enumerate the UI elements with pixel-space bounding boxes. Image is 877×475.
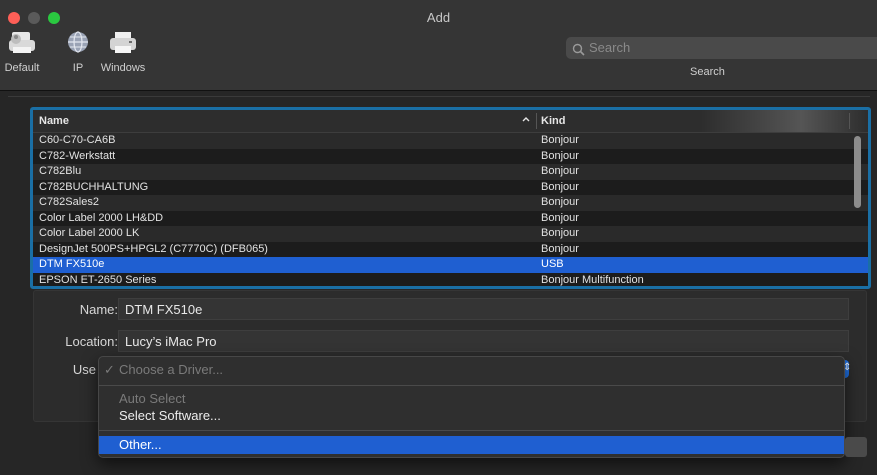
printer-name: C60-C70-CA6B	[39, 134, 116, 146]
search-field[interactable]: Search	[566, 37, 877, 59]
menu-item-choose-driver: ✓ Choose a Driver...	[99, 361, 844, 379]
table-row[interactable]: C782BUCHHALTUNG Bonjour	[33, 179, 868, 195]
toolbar-default-button[interactable]: Default	[2, 30, 42, 74]
printer-name: C782-Werkstatt	[39, 149, 116, 162]
printer-kind: Bonjour	[541, 180, 579, 193]
search-caption: Search	[690, 66, 725, 78]
column-header-name[interactable]: Name	[39, 115, 69, 127]
printer-kind: Bonjour	[541, 165, 579, 177]
printer-kind: Bonjour	[541, 242, 579, 255]
printer-kind: Bonjour	[541, 227, 579, 239]
globe-icon	[62, 30, 94, 56]
table-row[interactable]: C782Blu Bonjour	[33, 164, 868, 180]
list-header: Name Kind	[33, 110, 868, 133]
menu-item-other[interactable]: Other...	[99, 436, 844, 454]
menu-item-label: Other...	[119, 437, 162, 452]
menu-item-label: Auto Select	[119, 391, 186, 406]
list-rows: C60-C70-CA6B Bonjour C782-Werkstatt Bonj…	[33, 133, 868, 286]
table-row[interactable]: Color Label 2000 LK Bonjour	[33, 226, 868, 242]
toolbar-windows-button[interactable]: Windows	[98, 30, 148, 74]
column-header-kind[interactable]: Kind	[541, 115, 565, 127]
use-label: Use	[72, 362, 96, 377]
name-label: Name:	[79, 302, 118, 317]
table-row[interactable]: C782Sales2 Bonjour	[33, 195, 868, 211]
divider	[8, 96, 870, 97]
add-button-partial[interactable]	[845, 437, 867, 457]
printer-kind: Bonjour	[541, 149, 579, 162]
window-title: Add	[426, 10, 451, 25]
table-row[interactable]: C782-Werkstatt Bonjour	[33, 148, 868, 164]
search-placeholder: Search	[589, 40, 631, 55]
toolbar-windows-label: Windows	[100, 62, 146, 74]
menu-item-auto-select: Auto Select	[99, 390, 844, 408]
default-printer-icon	[6, 30, 38, 56]
printer-kind: Bonjour	[541, 211, 579, 224]
printer-name: Color Label 2000 LK	[39, 227, 140, 239]
column-separator	[849, 113, 850, 129]
printer-list[interactable]: Name Kind C60-C70-CA6B Bonjour C782-Werk…	[30, 107, 871, 289]
windows-printer-icon	[107, 30, 139, 56]
menu-item-label: Select Software...	[119, 408, 221, 423]
table-row[interactable]: Color Label 2000 LH&DD Bonjour	[33, 210, 868, 226]
location-label: Location:	[65, 334, 118, 349]
menu-separator	[99, 430, 844, 431]
search-icon	[572, 41, 585, 63]
table-row[interactable]: C60-C70-CA6B Bonjour	[33, 133, 868, 149]
table-row[interactable]: DesignJet 500PS+HPGL2 (C7770C) (DFB065) …	[33, 241, 868, 257]
menu-item-label: Choose a Driver...	[119, 362, 224, 377]
printer-name: C782Blu	[39, 165, 82, 177]
column-separator	[536, 113, 537, 129]
toolbar-ip-label: IP	[72, 62, 84, 74]
table-row-selected[interactable]: DTM FX510e USB	[33, 257, 868, 273]
toolbar-default-label: Default	[4, 62, 40, 74]
printer-kind: Bonjour	[541, 134, 579, 146]
printer-name: DTM FX510e	[39, 258, 105, 270]
printer-kind: USB	[541, 258, 564, 270]
name-field[interactable]: DTM FX510e	[118, 298, 849, 320]
checkmark-icon: ✓	[104, 362, 115, 377]
toolbar-ip-button[interactable]: IP	[62, 30, 94, 74]
printer-name: DesignJet 500PS+HPGL2 (C7770C) (DFB065)	[39, 242, 268, 255]
printer-kind: Bonjour Multifunction	[541, 273, 644, 286]
printer-name: C782BUCHHALTUNG	[39, 180, 149, 193]
table-row[interactable]: EPSON ET-2650 Series Bonjour Multifuncti…	[33, 272, 868, 286]
printer-name: EPSON ET-2650 Series	[39, 273, 157, 286]
driver-menu: ✓ Choose a Driver... Auto Select Select …	[98, 356, 845, 458]
printer-kind: Bonjour	[541, 196, 579, 208]
menu-item-select-software[interactable]: Select Software...	[99, 407, 844, 425]
menu-separator	[99, 385, 844, 386]
titlebar: Add Default IP Windows Search Search	[0, 0, 877, 91]
printer-name: Color Label 2000 LH&DD	[39, 211, 164, 224]
location-field[interactable]: Lucy’s iMac Pro	[118, 330, 849, 352]
sort-ascending-icon	[521, 114, 531, 129]
list-scrollbar[interactable]	[854, 136, 861, 208]
add-printer-window: Add Default IP Windows Search Search Nam…	[0, 0, 877, 475]
printer-name: C782Sales2	[39, 196, 99, 208]
